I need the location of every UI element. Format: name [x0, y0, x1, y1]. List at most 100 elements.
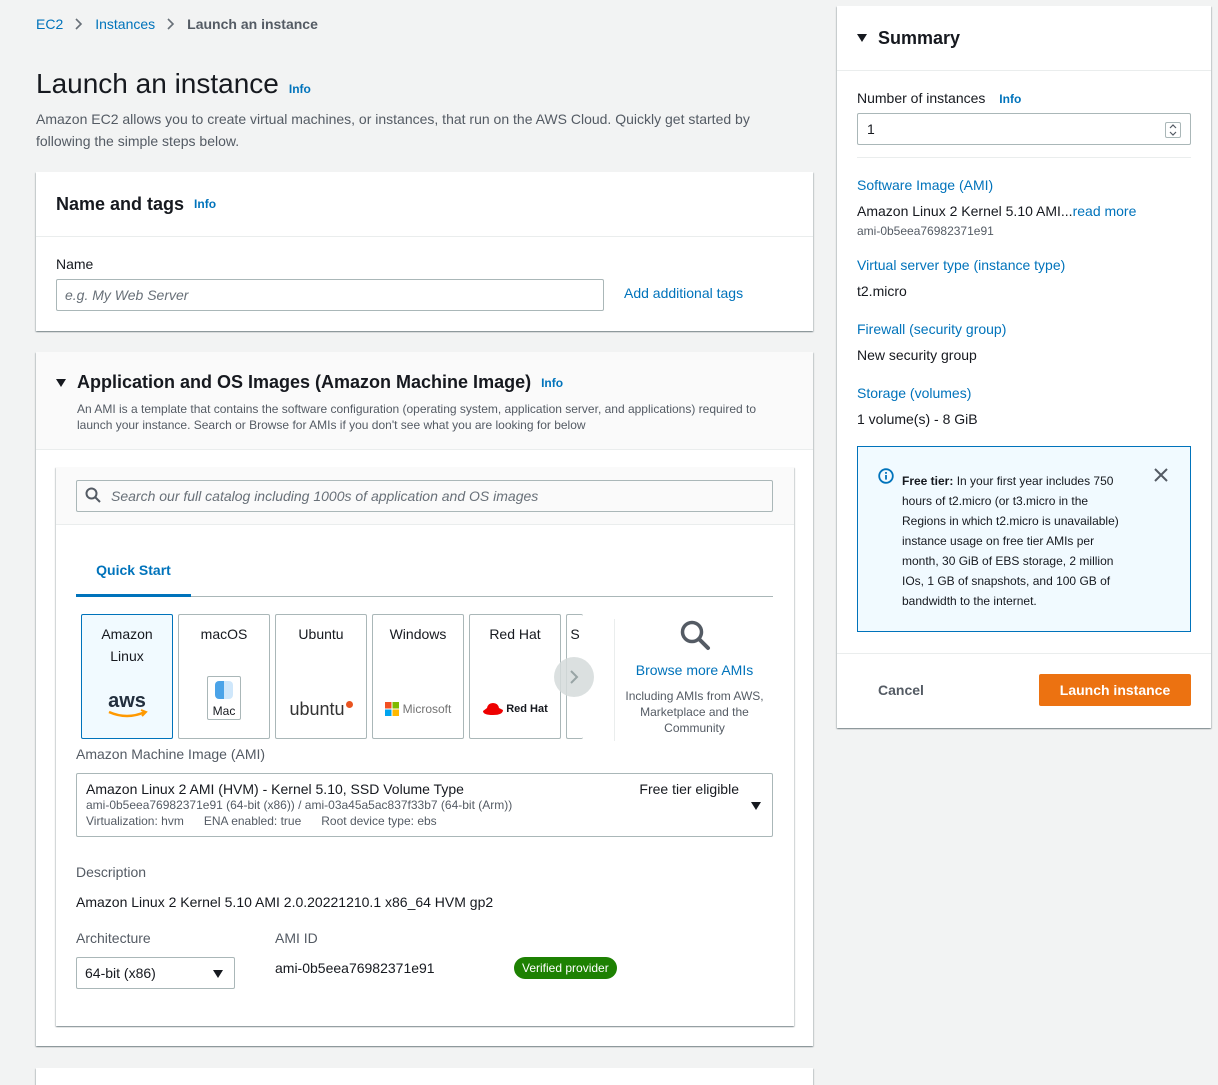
chevron-right-icon — [570, 670, 579, 684]
instance-type-link[interactable]: Virtual server type (instance type) — [857, 257, 1065, 273]
cancel-button[interactable]: Cancel — [878, 682, 924, 698]
security-group-link[interactable]: Firewall (security group) — [857, 321, 1006, 337]
redhat-logo-icon: Red Hat — [470, 698, 560, 720]
microsoft-logo-icon: Microsoft — [373, 698, 463, 720]
ami-selected-meta: Virtualization: hvm ENA enabled: true Ro… — [86, 813, 763, 829]
software-image-id: ami-0b5eea76982371e91 — [857, 224, 994, 238]
caret-down-icon[interactable] — [857, 34, 867, 42]
num-instances-info-link[interactable]: Info — [999, 92, 1021, 106]
ami-virtualization: Virtualization: hvm — [86, 814, 184, 828]
software-image-link[interactable]: Software Image (AMI) — [857, 177, 993, 193]
caret-down-icon — [751, 802, 761, 810]
summary-divider — [857, 157, 1191, 158]
os-tile-label: Red Hat — [489, 626, 541, 642]
ami-search-input[interactable]: Search our full catalog including 1000s … — [76, 480, 773, 512]
ami-select[interactable]: Amazon Linux 2 AMI (HVM) - Kernel 5.10, … — [76, 773, 773, 837]
os-tile-label: Ubuntu — [298, 626, 344, 642]
breadcrumb: EC2 Instances Launch an instance — [36, 16, 318, 32]
page-title: Launch an instance — [36, 68, 279, 99]
ami-root-device: Root device type: ebs — [321, 814, 437, 828]
ami-catalog-container: Search our full catalog including 1000s … — [56, 467, 794, 1026]
summary-footer-divider — [837, 653, 1211, 654]
search-icon — [85, 487, 101, 506]
breadcrumb-current: Launch an instance — [187, 16, 318, 32]
info-circle-icon — [878, 468, 894, 487]
ami-title-row[interactable]: Application and OS Images (Amazon Machin… — [56, 372, 793, 393]
name-tags-info-link[interactable]: Info — [194, 197, 216, 211]
browse-more-amis-link[interactable]: Browse more AMIs — [615, 662, 774, 678]
page-info-link[interactable]: Info — [289, 82, 311, 96]
breadcrumb-instances[interactable]: Instances — [95, 16, 155, 32]
architecture-label: Architecture — [76, 930, 151, 946]
summary-panel: Summary Number of instances Info 1 Softw… — [837, 6, 1211, 728]
os-tile-amazon-linux[interactable]: Amazon Linux aws — [81, 614, 173, 739]
name-and-tags-panel: Name and tags Info Name Add additional t… — [36, 172, 813, 331]
os-tile-red-hat[interactable]: Red Hat Red Hat — [469, 614, 561, 739]
num-instances-input[interactable]: 1 — [857, 113, 1191, 145]
software-image-value: Amazon Linux 2 Kernel 5.10 AMI... — [857, 203, 1073, 219]
ami-select-label: Amazon Machine Image (AMI) — [76, 746, 266, 762]
add-additional-tags-link[interactable]: Add additional tags — [624, 285, 743, 301]
ami-title: Application and OS Images (Amazon Machin… — [77, 372, 532, 392]
os-tile-windows[interactable]: Windows Microsoft — [372, 614, 464, 739]
redhat-logo-text: Red Hat — [506, 703, 548, 715]
summary-header[interactable]: Summary — [837, 6, 1211, 71]
ami-selected-ids: ami-0b5eea76982371e91 (64-bit (x86)) / a… — [86, 798, 513, 812]
ami-tabs: Quick Start — [76, 545, 773, 597]
os-tile-label: S — [570, 626, 580, 642]
ami-id-label: AMI ID — [275, 930, 318, 946]
ami-description: An AMI is a template that contains the s… — [77, 402, 757, 432]
ami-id-value: ami-0b5eea76982371e91 — [275, 960, 435, 976]
ami-header: Application and OS Images (Amazon Machin… — [36, 352, 813, 450]
os-tile-label: macOS — [200, 626, 248, 642]
name-and-tags-header: Name and tags Info — [36, 172, 813, 237]
caret-down-icon[interactable] — [56, 378, 66, 387]
caret-down-icon — [213, 970, 223, 978]
close-icon[interactable] — [1154, 468, 1168, 485]
scroll-next-button[interactable] — [554, 657, 594, 697]
read-more-link[interactable]: read more — [1073, 203, 1137, 219]
name-label: Name — [56, 256, 94, 272]
security-group-value: New security group — [857, 347, 977, 363]
name-input[interactable] — [56, 279, 604, 311]
name-and-tags-title: Name and tags — [56, 193, 185, 214]
num-instances-label-row: Number of instances Info — [857, 90, 1021, 106]
magnifier-icon — [615, 619, 774, 654]
software-image-value-row: Amazon Linux 2 Kernel 5.10 AMI...read mo… — [857, 203, 1136, 219]
storage-link[interactable]: Storage (volumes) — [857, 385, 971, 401]
storage-value: 1 volume(s) - 8 GiB — [857, 411, 978, 427]
breadcrumb-ec2[interactable]: EC2 — [36, 16, 63, 32]
free-tier-body: In your first year includes 750 hours of… — [902, 474, 1119, 608]
free-tier-text: Free tier: In your first year includes 7… — [902, 471, 1132, 611]
free-tier-eligible: Free tier eligible — [639, 781, 739, 797]
free-tier-alert: Free tier: In your first year includes 7… — [857, 446, 1191, 632]
page-description: Amazon EC2 allows you to create virtual … — [36, 111, 750, 149]
os-tile-label: Amazon Linux — [101, 626, 153, 664]
verified-provider-badge: Verified provider — [514, 957, 617, 979]
num-instances-value: 1 — [867, 121, 875, 137]
ubuntu-logo-text: ubuntu — [289, 699, 345, 719]
summary-title: Summary — [878, 27, 961, 48]
description-value: Amazon Linux 2 Kernel 5.10 AMI 2.0.20221… — [76, 894, 494, 910]
mac-finder-icon: Mac — [179, 676, 269, 720]
mac-logo-text: Mac — [212, 704, 236, 718]
browse-more-amis: Browse more AMIs Including AMIs from AWS… — [614, 619, 774, 741]
os-tile-label: Windows — [389, 626, 447, 642]
instance-type-value: t2.micro — [857, 283, 907, 299]
ami-search-placeholder: Search our full catalog including 1000s … — [111, 488, 539, 504]
os-tile-macos[interactable]: macOS Mac — [178, 614, 270, 739]
description-label: Description — [76, 864, 147, 880]
launch-instance-button[interactable]: Launch instance — [1039, 674, 1191, 706]
microsoft-logo-text: Microsoft — [402, 702, 452, 716]
browse-more-sub: Including AMIs from AWS, Marketplace and… — [625, 689, 764, 735]
num-instances-label: Number of instances — [857, 90, 986, 106]
aws-logo-icon: aws — [82, 690, 172, 720]
tab-quick-start[interactable]: Quick Start — [76, 545, 191, 597]
ubuntu-logo-icon: ubuntu — [276, 698, 366, 720]
architecture-select[interactable]: 64-bit (x86) — [76, 957, 235, 989]
os-tile-ubuntu[interactable]: Ubuntu ubuntu — [275, 614, 367, 739]
ami-ena: ENA enabled: true — [203, 814, 302, 828]
stepper-icon[interactable] — [1165, 122, 1181, 138]
architecture-value: 64-bit (x86) — [85, 965, 156, 981]
ami-info-link[interactable]: Info — [541, 376, 563, 390]
